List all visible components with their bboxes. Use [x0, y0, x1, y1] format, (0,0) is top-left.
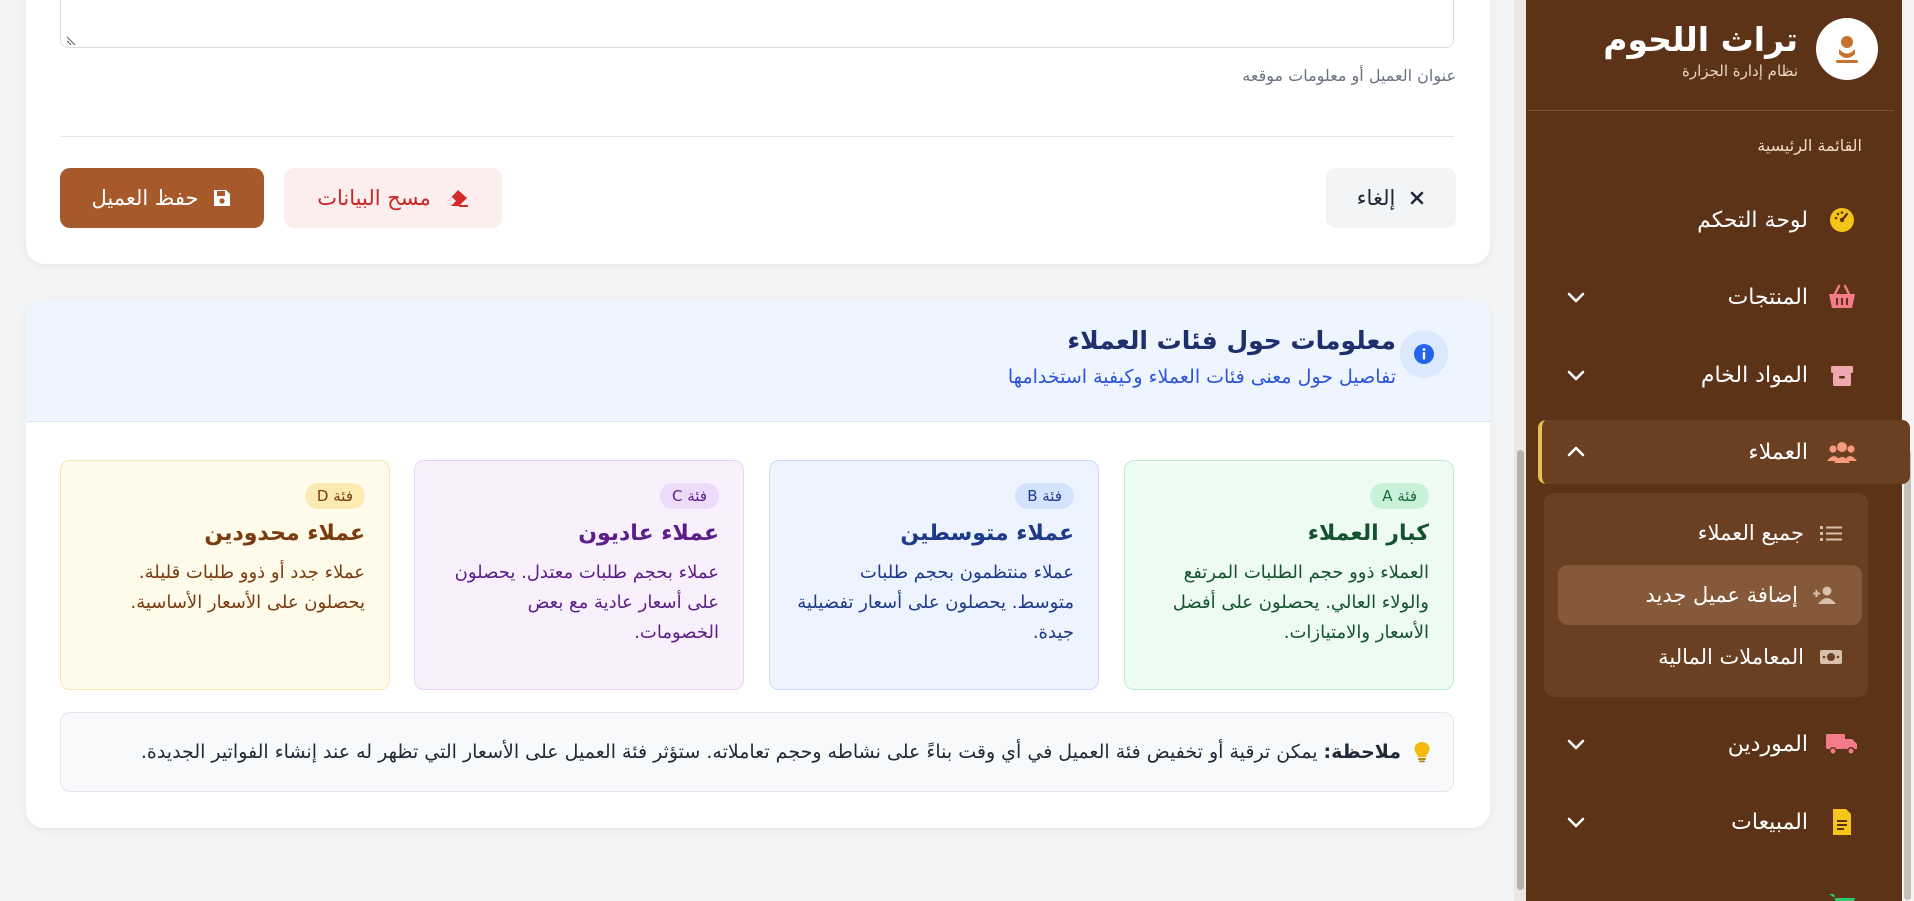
sidebar-item-suppliers[interactable]: الموردين — [1544, 712, 1886, 776]
sidebar-item-label: الموردين — [1727, 731, 1808, 757]
sidebar-item-label: المواد الخام — [1700, 362, 1808, 388]
category-title: كبار العملاء — [1307, 521, 1429, 546]
sidebar-item-label: العملاء — [1748, 439, 1808, 465]
users-icon — [1826, 436, 1858, 468]
cancel-button[interactable]: إلغاء — [1326, 168, 1456, 228]
chevron-down-icon — [1567, 370, 1585, 381]
invoice-icon — [1826, 806, 1858, 838]
info-card-header: معلومات حول فئات العملاء تفاصيل حول معنى… — [26, 300, 1490, 422]
category-card-b: فئة B عملاء متوسطين عملاء منتظمون بحجم ط… — [769, 460, 1099, 690]
sidebar-item-dashboard[interactable]: لوحة التحكم — [1544, 188, 1886, 252]
info-card-title: معلومات حول فئات العملاء — [1067, 326, 1396, 355]
chevron-down-icon — [1567, 817, 1585, 828]
sidebar-item-partial[interactable] — [1544, 872, 1886, 901]
info-icon — [1400, 330, 1448, 378]
sidebar-scrollbar-thumb[interactable] — [1517, 450, 1524, 890]
money-icon — [1818, 644, 1844, 670]
cart-icon — [1826, 888, 1858, 901]
submenu-item-label: جميع العملاء — [1697, 521, 1804, 545]
close-icon — [1411, 191, 1424, 205]
box-icon — [1826, 359, 1858, 391]
category-card-a: فئة A كبار العملاء العملاء ذوو حجم الطلب… — [1124, 460, 1454, 690]
sidebar-scrollbar[interactable] — [1514, 0, 1526, 901]
submenu-item-label: إضافة عميل جديد — [1645, 583, 1799, 607]
customers-submenu: جميع العملاء إضافة عميل جديد المعاملات ا… — [1544, 493, 1868, 697]
category-badge: فئة C — [660, 483, 719, 509]
note-box: ملاحظة: يمكن ترقية أو تخفيض فئة العميل ف… — [60, 712, 1454, 792]
user-plus-icon — [1812, 582, 1838, 608]
brand[interactable]: تراث اللحوم نظام إدارة الجزارة — [1603, 18, 1878, 80]
floppy-disk-icon — [214, 190, 231, 206]
category-card-c: فئة C عملاء عاديون عملاء بحجم طلبات معتد… — [414, 460, 744, 690]
eraser-icon — [446, 190, 468, 207]
note-label: ملاحظة: — [1323, 741, 1401, 763]
category-title: عملاء عاديون — [578, 521, 719, 546]
category-description: عملاء منتظمون بحجم طلبات متوسط. يحصلون ع… — [797, 562, 1074, 643]
sidebar-item-label: المنتجات — [1727, 284, 1808, 310]
butcher-logo-icon — [1816, 18, 1878, 80]
save-customer-button-label: حفظ العميل — [91, 186, 199, 210]
brand-title: تراث اللحوم — [1603, 20, 1798, 59]
section-label: القائمة الرئيسية — [1757, 136, 1862, 155]
customer-form-card: عنوان العميل أو معلومات موقعه إلغاء مسح … — [26, 0, 1490, 264]
sidebar: تراث اللحوم نظام إدارة الجزارة القائمة ا… — [1514, 0, 1914, 901]
submenu-item-label: المعاملات المالية — [1658, 645, 1804, 669]
category-description: عملاء بحجم طلبات معتدل. يحصلون على أسعار… — [454, 562, 719, 643]
category-badge: فئة A — [1370, 483, 1429, 509]
clear-data-button-label: مسح البيانات — [317, 186, 431, 210]
category-title: عملاء محدودين — [204, 521, 365, 546]
sidebar-item-sales[interactable]: المبيعات — [1544, 790, 1886, 854]
divider — [60, 136, 1454, 137]
customer-categories-info-card: معلومات حول فئات العملاء تفاصيل حول معنى… — [26, 300, 1490, 828]
address-help-text: عنوان العميل أو معلومات موقعه — [1242, 66, 1456, 85]
brand-subtitle: نظام إدارة الجزارة — [1682, 62, 1798, 80]
basket-icon — [1826, 281, 1858, 313]
sidebar-item-products[interactable]: المنتجات — [1544, 265, 1886, 329]
chevron-down-icon — [1567, 292, 1585, 303]
category-title: عملاء متوسطين — [900, 521, 1074, 546]
chevron-down-icon — [1567, 739, 1585, 750]
sidebar-item-raw-materials[interactable]: المواد الخام — [1544, 343, 1886, 407]
category-card-d: فئة D عملاء محدودين عملاء جدد أو ذوو طلب… — [60, 460, 390, 690]
divider — [1528, 110, 1894, 111]
category-description: عملاء جدد أو ذوو طلبات قليلة. يحصلون على… — [130, 562, 365, 613]
sidebar-item-label: المبيعات — [1731, 809, 1808, 835]
cancel-button-label: إلغاء — [1356, 186, 1396, 210]
clear-data-button[interactable]: مسح البيانات — [284, 168, 502, 228]
info-card-subtitle: تفاصيل حول معنى فئات العملاء وكيفية استخ… — [1007, 366, 1396, 388]
submenu-item-transactions[interactable]: المعاملات المالية — [1564, 627, 1868, 687]
gauge-icon — [1826, 204, 1858, 236]
resize-grip-icon[interactable] — [65, 33, 77, 45]
address-textarea[interactable] — [60, 0, 1454, 48]
sidebar-item-customers[interactable]: العملاء — [1538, 420, 1910, 484]
category-badge: فئة B — [1015, 483, 1074, 509]
sidebar-item-label: لوحة التحكم — [1697, 207, 1808, 233]
note-text: يمكن ترقية أو تخفيض فئة العميل في أي وقت… — [140, 741, 1318, 763]
chevron-up-icon — [1567, 446, 1585, 457]
truck-icon — [1826, 728, 1858, 760]
category-description: العملاء ذوو حجم الطلبات المرتفع والولاء … — [1172, 562, 1429, 643]
list-icon — [1818, 520, 1844, 546]
main-content: عنوان العميل أو معلومات موقعه إلغاء مسح … — [0, 0, 1514, 901]
submenu-item-add-customer[interactable]: إضافة عميل جديد — [1558, 565, 1862, 625]
page-scrollbar-thumb[interactable] — [1904, 450, 1911, 900]
submenu-item-all-customers[interactable]: جميع العملاء — [1564, 503, 1868, 563]
lightbulb-icon — [1413, 741, 1431, 763]
category-badge: فئة D — [304, 483, 365, 509]
save-customer-button[interactable]: حفظ العميل — [60, 168, 264, 228]
